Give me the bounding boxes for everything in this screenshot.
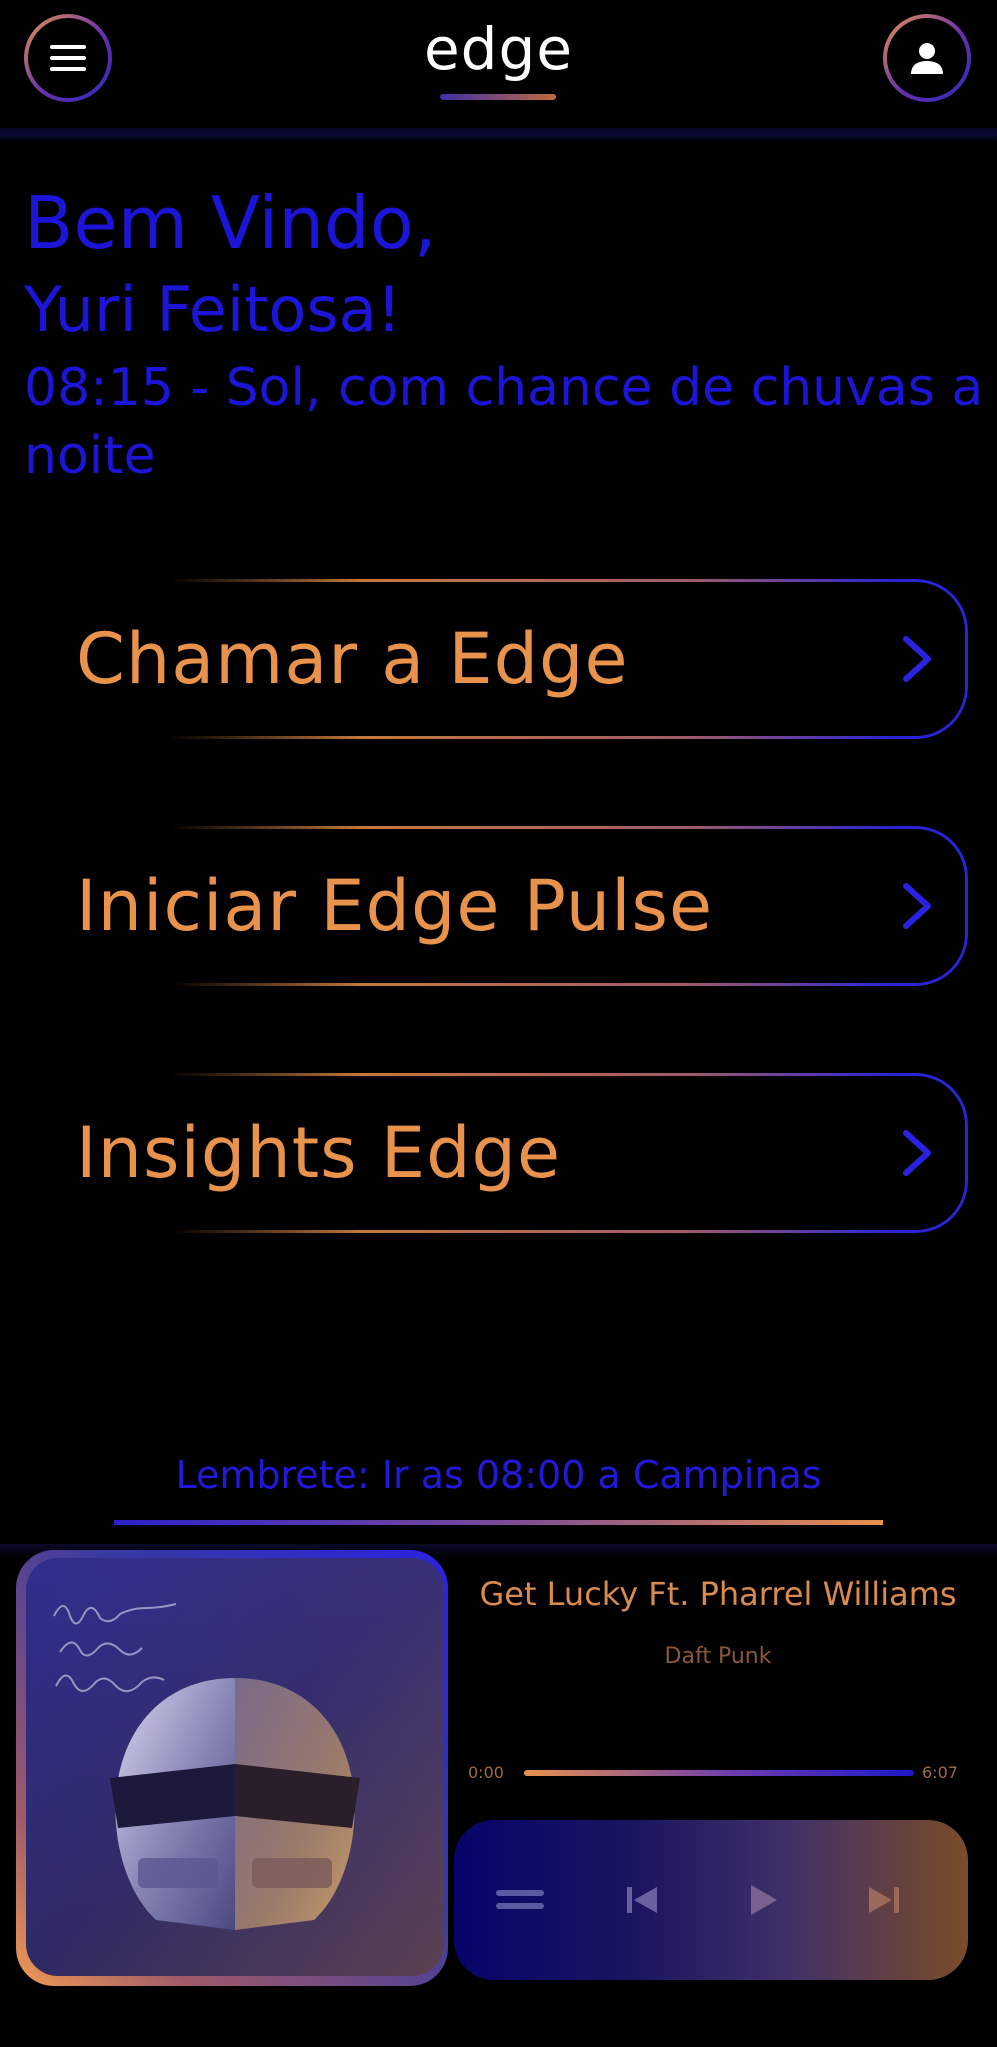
header-divider bbox=[0, 128, 997, 142]
welcome-heading: Bem Vindo, bbox=[24, 181, 437, 265]
queue-button[interactable] bbox=[492, 1872, 548, 1928]
play-button[interactable] bbox=[736, 1872, 792, 1928]
play-icon bbox=[751, 1885, 777, 1915]
album-frame bbox=[16, 1550, 448, 1986]
time-current: 0:00 bbox=[468, 1763, 504, 1782]
previous-icon bbox=[627, 1887, 657, 1913]
reminder-text: Lembrete: Ir as 08:00 a Campinas bbox=[175, 1453, 822, 1497]
weather-status: 08:15 - Sol, com chance de chuvas a noit… bbox=[24, 358, 984, 486]
brand-underline bbox=[440, 94, 556, 100]
user-name: Yuri Feitosa! bbox=[24, 273, 402, 346]
reminder-divider bbox=[114, 1520, 883, 1525]
previous-button[interactable] bbox=[614, 1872, 670, 1928]
action-label: Iniciar Edge Pulse bbox=[76, 865, 714, 947]
next-icon bbox=[869, 1887, 899, 1913]
chevron-right-icon bbox=[903, 636, 931, 682]
app-header: edge bbox=[0, 0, 997, 140]
queue-icon bbox=[496, 1890, 544, 1909]
user-icon bbox=[911, 43, 943, 74]
album-art[interactable] bbox=[26, 1558, 444, 1976]
call-edge-button[interactable]: Chamar a Edge bbox=[40, 579, 968, 739]
next-button[interactable] bbox=[856, 1872, 912, 1928]
player-controls bbox=[454, 1820, 968, 1980]
track-artist: Daft Punk bbox=[664, 1644, 772, 1669]
start-edge-pulse-button[interactable]: Iniciar Edge Pulse bbox=[40, 826, 968, 986]
action-label: Insights Edge bbox=[76, 1112, 562, 1194]
progress-bar[interactable] bbox=[524, 1770, 914, 1776]
profile-button[interactable] bbox=[883, 14, 971, 102]
time-total: 6:07 bbox=[922, 1763, 958, 1782]
track-title: Get Lucky Ft. Pharrel Williams bbox=[479, 1575, 957, 1613]
insights-edge-button[interactable]: Insights Edge bbox=[40, 1073, 968, 1233]
chevron-right-icon bbox=[903, 883, 931, 929]
chevron-right-icon bbox=[903, 1130, 931, 1176]
brand-logo: edge bbox=[424, 15, 573, 83]
daft-punk-helmet-art bbox=[53, 1603, 360, 1930]
music-player: Get Lucky Ft. Pharrel Williams Daft Punk… bbox=[16, 1550, 972, 1986]
action-label: Chamar a Edge bbox=[76, 618, 629, 700]
